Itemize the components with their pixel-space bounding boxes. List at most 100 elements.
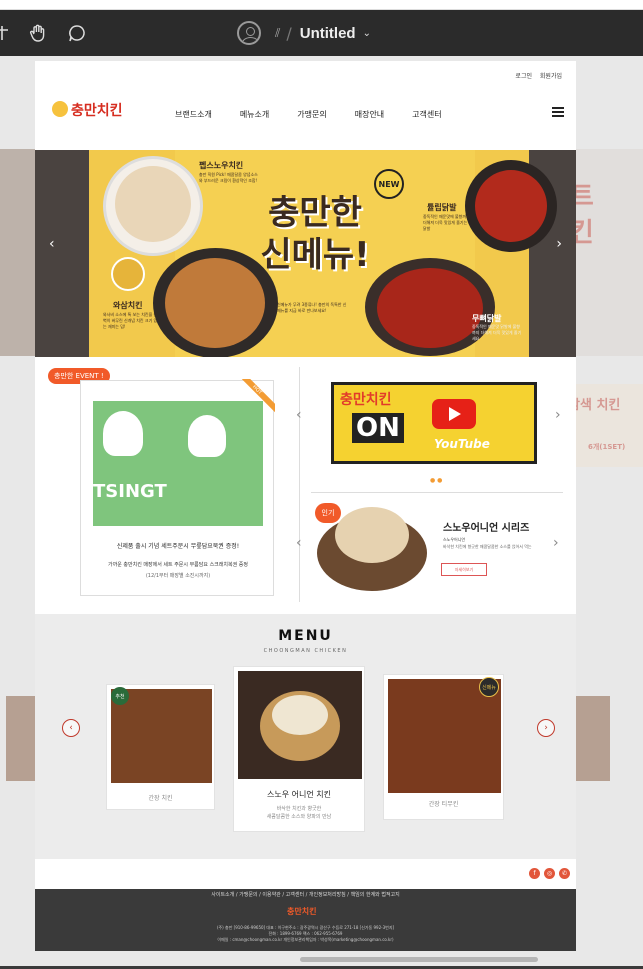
menu-left-image (111, 689, 212, 783)
menu-card-right[interactable]: 신메뉴 간장 티무킨 (383, 674, 504, 820)
popular-detail-button[interactable]: 자세히보기 (441, 563, 487, 576)
event-line1: 신제품 출시 기념 세트주문시 무릎담요북권 증정! (116, 543, 240, 550)
snow-desc: 충만 직원 Pick! 매콤달콤 양념소스와 부드러운 크림이 환상적인 조합! (199, 172, 258, 183)
menu-center-topping (272, 695, 328, 735)
main-nav: 브랜드소개 메뉴소개 가맹문의 매장안내 고객센터 (175, 109, 442, 120)
popular-next-arrow[interactable]: › (553, 535, 559, 551)
menu-center-desc2: 새콤달콤한 소스와 양파의 만남 (266, 814, 332, 820)
footer-info3: 이메일 : cman@choongman.co.kr 개인정보관리책임자 : 박… (217, 937, 394, 942)
hero-title-line2: 신메뉴! (260, 235, 370, 275)
label-snow-chicken: 펩스노우치킨 (199, 161, 244, 170)
blanket-text: TSINGT (93, 481, 167, 502)
popular-image (335, 507, 409, 563)
boneless-desc: 중독적인 매운맛 닭발에 불향까지 더해져 더욱 맛있게 즐기세요 (472, 324, 522, 341)
footer-logo: 충만치킨 (287, 907, 317, 916)
menu-subtitle: CHOONGMAN CHICKEN (263, 648, 348, 654)
menu-section: MENU CHOONGMAN CHICKEN 추천 간장 치킨 스노우 어니언 … (35, 614, 576, 859)
menu-card-left[interactable]: 추천 간장 치킨 (106, 684, 215, 810)
event-line3: (12/1부터 매장별 소진시까지) (145, 573, 211, 579)
instagram-icon[interactable]: ◎ (544, 868, 555, 879)
nav-menu[interactable]: 메뉴소개 (240, 109, 269, 120)
popular-tag: 인기 (315, 503, 341, 523)
vertical-divider (299, 367, 300, 602)
horizontal-scrollbar[interactable] (300, 957, 538, 962)
hero-prev-arrow[interactable]: ‹ (49, 236, 55, 252)
event-line2: 가까운 충만치킨 매장에서 세트 주문시 무릎담요 스크래치복권 증정 (108, 562, 248, 568)
document-title[interactable]: Untitled (300, 25, 356, 42)
pages-icon: ⫽ (275, 25, 281, 40)
popular-title: 스노우어니언 시리즈 (443, 523, 530, 534)
signup-link[interactable]: 회원가입 (540, 73, 562, 80)
sauce-bowl (111, 257, 145, 291)
popular-sub1: 스노우어니언 (443, 537, 466, 542)
ghost-side-badge: 6개(1SET) (588, 443, 626, 451)
menu-prev-arrow[interactable]: ‹ (62, 719, 80, 737)
yt-on: ON (352, 413, 404, 443)
label-tulip: 튤립닭발 (427, 203, 457, 212)
banner-next-arrow[interactable]: › (555, 407, 561, 423)
hero-next-arrow[interactable]: › (556, 236, 562, 252)
youtube-banner[interactable]: 충만치킨 ON YouTube (331, 382, 537, 464)
banner-dots[interactable]: ● ● (430, 477, 442, 484)
footer: 사이트소개 / 가맹문의 / 이용약관 / 고객센터 / 개인정보처리방침 / … (35, 889, 576, 951)
center-desc: 신메뉴가 무려 3종류나! 충만의 독특한 신메뉴를 지금 바로 만나보세요! (277, 302, 347, 313)
popular-prev-arrow[interactable]: ‹ (296, 535, 302, 551)
tulip-feet-image (475, 170, 547, 242)
popular-sub2: 바삭한 치킨에 향긋한 매콤달콤한 소스를 얹어서 먹는 (443, 544, 532, 549)
menu-right-name: 간장 티무킨 (428, 801, 459, 808)
panda-right (188, 415, 226, 457)
footer-links[interactable]: 사이트소개 / 가맹문의 / 이용약관 / 고객센터 / 개인정보처리방침 / … (35, 891, 576, 898)
play-triangle (449, 407, 461, 421)
label-boneless: 무뼈닭발 (472, 314, 502, 323)
event-card[interactable]: HOT TSINGT 신제품 출시 기념 세트주문시 무릎담요북권 증정! 가까… (80, 379, 275, 596)
top-strip (0, 0, 643, 10)
utility-links: 로그인 회원가입 (509, 71, 562, 80)
yt-text: YouTube (434, 437, 490, 451)
hand-tool-icon[interactable] (27, 22, 49, 44)
panda-left (103, 411, 143, 456)
social-links: f ◎ ✆ (529, 868, 570, 879)
menu-center-image (238, 671, 362, 779)
horizontal-divider (311, 492, 563, 493)
hero-title: 충만한 신메뉴! (220, 192, 410, 276)
menu-center-desc1: 바삭한 치킨과 향긋한 (276, 806, 322, 812)
avatar-icon[interactable] (237, 21, 261, 45)
snow-chicken-image (115, 166, 191, 242)
frame-tool-icon[interactable] (0, 22, 14, 44)
menu-next-arrow[interactable]: › (537, 719, 555, 737)
phone-icon[interactable]: ✆ (559, 868, 570, 879)
nav-brand[interactable]: 브랜드소개 (175, 109, 212, 120)
yt-brand: 충만치킨 (340, 392, 392, 408)
choongman-logo[interactable]: 충만치킨 (51, 95, 135, 121)
editor-toolbar: ⫽ / Untitled ⌄ (0, 10, 643, 56)
footer-info: (주) 충만 [910-86-99650] 대표 : 이구현주소 : 광주광역시… (35, 925, 576, 943)
nav-stores[interactable]: 매장안내 (355, 109, 384, 120)
event-section: 충만한 EVENT ! HOT TSINGT 신제품 출시 기념 세트주문시 무… (35, 357, 576, 614)
event-image: TSINGT (93, 401, 263, 526)
login-link[interactable]: 로그인 (515, 73, 532, 80)
wasabi-desc: 와사비 소스에 톡 쏘는 치킨을 완벽히 버무린 신개념 치킨 크기 있는 재미… (103, 312, 158, 329)
svg-text:충만치킨: 충만치킨 (71, 102, 123, 119)
banner-prev-arrow[interactable]: ‹ (296, 407, 302, 423)
tulip-desc: 중독적인 매운맛에 불향까지 더해져 더욱 맛있게 즐기는 닭발 (423, 214, 470, 231)
ghost-slide-right: 세트치킨 (546, 149, 643, 356)
ghost-slide-left (0, 149, 35, 356)
nav-support[interactable]: 고객센터 (412, 109, 441, 120)
hamburger-icon[interactable] (552, 107, 564, 117)
boneless-feet-image (377, 268, 483, 348)
label-wasabi: 와삼치킨 (113, 301, 143, 310)
website-frame: 로그인 회원가입 충만치킨 브랜드소개 메뉴소개 가맹문의 매장안내 고객센터 … (35, 61, 576, 951)
menu-title: MENU (278, 628, 333, 644)
new-menu-badge: 신메뉴 (479, 677, 499, 697)
hero-slider[interactable]: NEW 충만한 신메뉴! 펩스노우치킨 충만 직원 Pick! 매콤달콤 양념소… (35, 150, 576, 357)
facebook-icon[interactable]: f (529, 868, 540, 879)
youtube-play-icon (432, 399, 476, 429)
comment-tool-icon[interactable] (66, 22, 88, 44)
recommend-badge: 추천 (111, 687, 129, 705)
document-title-area[interactable]: ⫽ / Untitled ⌄ (237, 21, 371, 45)
menu-center-name: 스노우 어니언 치킨 (267, 790, 331, 799)
chevron-down-icon[interactable]: ⌄ (363, 28, 371, 39)
menu-card-center[interactable]: 스노우 어니언 치킨 바삭한 치킨과 향긋한 새콤달콤한 소스와 양파의 만남 (233, 666, 365, 832)
title-separator: / (286, 23, 292, 43)
nav-franchise[interactable]: 가맹문의 (297, 109, 326, 120)
